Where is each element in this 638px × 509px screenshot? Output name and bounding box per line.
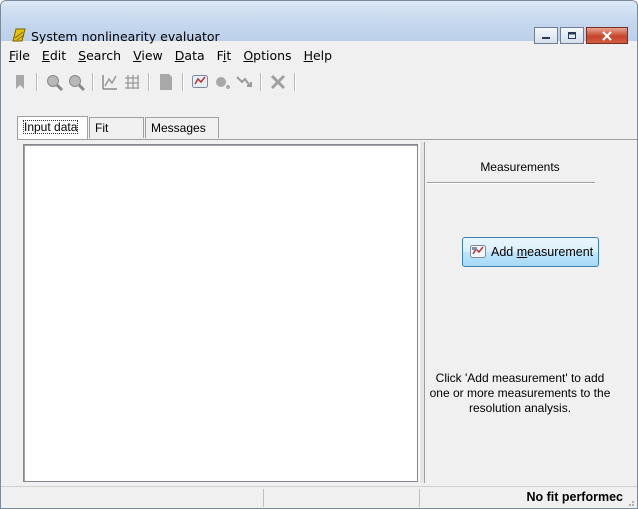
maximize-icon	[568, 32, 576, 39]
fit-view-button[interactable]	[99, 71, 121, 93]
menu-help[interactable]: Help	[298, 47, 339, 65]
zoom-in-icon	[47, 75, 63, 91]
zoom-out-icon	[69, 75, 85, 91]
toolbar-separator	[148, 73, 150, 91]
grid-icon	[125, 75, 139, 89]
tab-input-data[interactable]: Input data	[17, 116, 88, 139]
tab-label: Input data	[23, 120, 79, 134]
resize-grip-icon[interactable]	[625, 497, 635, 507]
close-button[interactable]	[586, 27, 628, 44]
menu-options[interactable]: Options	[237, 47, 297, 65]
toolbar	[9, 69, 301, 95]
measurements-panel: Measurements Add measurement Click 'Add …	[425, 142, 615, 483]
help-line: one or more measurements to the	[429, 386, 611, 400]
delete-button[interactable]	[267, 71, 289, 93]
help-line: resolution analysis.	[468, 401, 572, 415]
window-controls	[534, 27, 628, 44]
tab-content: Measurements Add measurement Click 'Add …	[17, 139, 637, 485]
app-window: System nonlinearity evaluator File Edit Se…	[0, 0, 638, 509]
tab-messages[interactable]: Messages	[145, 117, 219, 138]
menu-view[interactable]: View	[127, 47, 169, 65]
menu-edit[interactable]: Edit	[36, 47, 72, 65]
add-measurement-tool-button[interactable]	[189, 71, 211, 93]
close-icon	[602, 30, 612, 41]
tab-label: Messages	[151, 121, 206, 135]
menu-fit[interactable]: Fit	[211, 47, 238, 65]
point-icon	[216, 77, 230, 89]
status-panel-divider	[419, 489, 420, 507]
toolbar-separator	[92, 73, 94, 91]
menu-bar: File Edit Search View Data Fit Options Help	[1, 47, 637, 65]
maximize-button[interactable]	[560, 27, 584, 44]
zoom-out-button[interactable]	[65, 71, 87, 93]
toolbar-separator	[294, 73, 296, 91]
status-bar: No fit performec	[1, 486, 637, 508]
toolbar-separator	[182, 73, 184, 91]
menu-data[interactable]: Data	[169, 47, 211, 65]
app-logo-icon	[12, 28, 26, 42]
minimize-button[interactable]	[534, 27, 558, 44]
toolbar-separator	[260, 73, 262, 91]
page-icon	[160, 74, 172, 90]
help-line: Click 'Add measurement' to add	[435, 371, 605, 385]
help-text: Click 'Add measurement' to add one or mo…	[425, 371, 615, 416]
menu-file[interactable]: File	[1, 47, 36, 65]
trend-icon	[236, 76, 252, 87]
label-prefix: Add	[491, 245, 517, 259]
add-measurement-icon	[470, 245, 486, 258]
label-suffix: easurement	[527, 245, 594, 259]
bookmark-icon	[16, 75, 24, 89]
trend-button[interactable]	[233, 71, 255, 93]
minimize-icon	[542, 36, 550, 39]
grid-button[interactable]	[121, 71, 143, 93]
toolbar-separator	[36, 73, 38, 91]
add-measurement-button[interactable]: Add measurement	[462, 237, 599, 267]
add-measurement-icon	[192, 75, 208, 88]
measurements-title: Measurements	[480, 160, 560, 174]
zoom-in-button[interactable]	[43, 71, 65, 93]
tab-label: Fit	[95, 121, 109, 135]
bookmark-button[interactable]	[9, 71, 31, 93]
title-bar[interactable]: System nonlinearity evaluator	[1, 1, 637, 44]
fit-view-icon	[102, 75, 117, 90]
page-button[interactable]	[155, 71, 177, 93]
label-mnemonic: m	[516, 245, 528, 259]
divider	[427, 182, 595, 184]
input-data-pane[interactable]	[23, 144, 418, 482]
delete-icon	[270, 74, 286, 90]
add-measurement-label: Add measurement	[491, 245, 593, 259]
window-title: System nonlinearity evaluator	[31, 29, 220, 44]
point-button[interactable]	[211, 71, 233, 93]
status-panel-divider	[263, 489, 264, 507]
menu-search[interactable]: Search	[72, 47, 127, 65]
tab-fit[interactable]: Fit	[89, 117, 144, 138]
status-text: No fit performec	[526, 490, 623, 504]
